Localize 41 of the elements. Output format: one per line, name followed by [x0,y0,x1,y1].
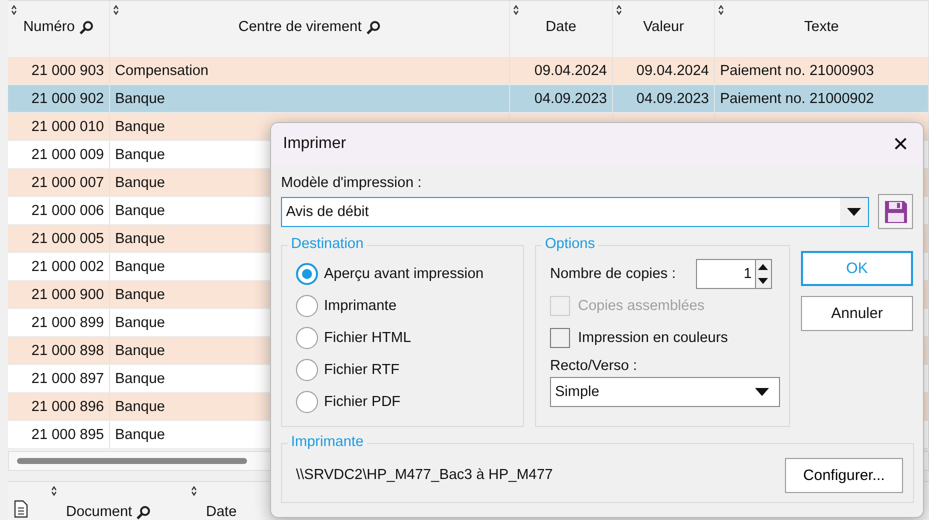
table-cell: Banque [115,90,165,106]
table-cell: Paiement no. 21000903 [720,62,874,78]
table-cell: Banque [115,426,165,442]
table-cell: 09.04.2024 [534,62,607,78]
table-cell: Compensation [115,62,208,78]
table-cell: Banque [115,398,165,414]
dialog-title: Imprimer [283,135,346,153]
table-cell: Banque [115,174,165,190]
table-cell: Banque [115,314,165,330]
table-cell: Banque [115,118,165,134]
table-cell: 09.04.2024 [636,62,709,78]
table-cell: 21 000 898 [31,342,104,358]
table-cell: Banque [115,258,165,274]
table-cell: 21 000 900 [31,286,104,302]
table-cell: Banque [115,230,165,246]
field-label: Nombre de copies : [550,266,676,282]
table-cell: Banque [115,146,165,162]
table-cell: Banque [115,286,165,302]
table-cell: 21 000 007 [31,174,104,190]
field-label: Recto/Verso : [550,358,638,374]
table-cell: Banque [115,202,165,218]
field-label: Modèle d'impression : [281,175,423,191]
table-cell: 21 000 009 [31,146,104,162]
table-cell: 21 000 903 [31,62,104,78]
table-cell: 04.09.2023 [534,90,607,106]
table-cell: 21 000 006 [31,202,104,218]
table-cell: 21 000 895 [31,426,104,442]
group-title: Imprimante [288,434,367,450]
table-cell: 21 000 005 [31,230,104,246]
table-cell: 21 000 002 [31,258,104,274]
table-cell: Paiement no. 21000902 [720,90,874,106]
table-cell: 21 000 010 [31,118,104,134]
table-cell: 21 000 897 [31,370,104,386]
printer-name: \\SRVDC2\HP_M477_Bac3 à HP_M477 [296,467,553,483]
table-cell: 04.09.2023 [636,90,709,106]
group-title: Options [542,236,598,252]
table-cell: Banque [115,342,165,358]
table-cell: 21 000 896 [31,398,104,414]
table-cell: 21 000 902 [31,90,104,106]
table-cell: 21 000 899 [31,314,104,330]
table-cell: Banque [115,370,165,386]
